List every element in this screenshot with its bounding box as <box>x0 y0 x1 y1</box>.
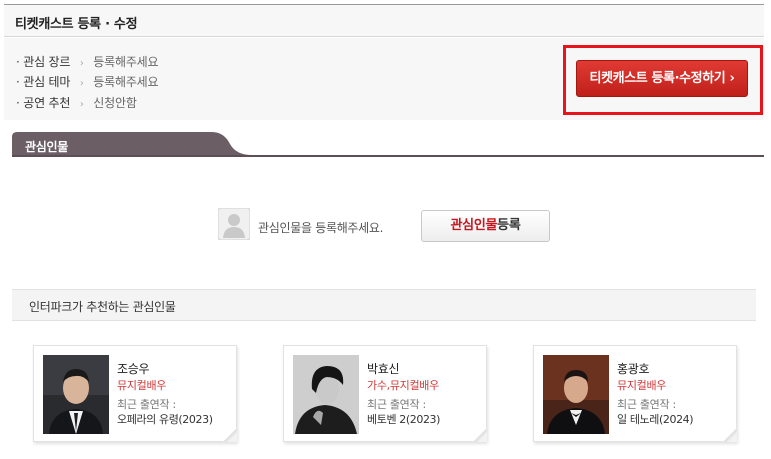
page-curl <box>223 428 237 442</box>
person-name: 박효신 <box>367 362 400 376</box>
theme-value: 등록해주세요 <box>93 75 159 89</box>
empty-message: 관심인물을 등록해주세요. <box>258 221 384 235</box>
recent-work-label: 최근 출연작 : <box>117 398 176 411</box>
recent-work: 베토벤 2(2023) <box>367 413 441 426</box>
person-role: 가수,뮤지컬배우 <box>367 379 439 392</box>
genre-label: 관심 장르 <box>23 55 71 69</box>
chevron-right-icon: › <box>79 58 84 69</box>
person-role: 뮤지컬배우 <box>617 379 667 392</box>
recent-work: 오페라의 유령(2023) <box>117 413 213 426</box>
person-icon <box>218 208 250 240</box>
genre-value: 등록해주세요 <box>93 55 159 69</box>
chevron-right-icon: › <box>79 99 84 110</box>
person-photo <box>293 355 359 434</box>
tab-interest-people[interactable]: 관심인물 <box>25 138 68 155</box>
recommend-title: 인터파크가 추천하는 관심인물 <box>29 300 176 314</box>
person-name: 홍광호 <box>617 362 650 376</box>
page-curl <box>473 428 487 442</box>
ticketcast-edit-button[interactable]: 티켓캐스트 등록·수정하기 › <box>576 60 748 97</box>
preference-row-genre: · 관심 장르 › 등록해주세요 <box>16 55 159 69</box>
recommend-label: 공연 추천 <box>23 96 71 110</box>
theme-label: 관심 테마 <box>23 75 71 89</box>
person-card[interactable]: 조승우 뮤지컬배우 최근 출연작 : 오페라의 유령(2023) <box>33 345 237 442</box>
person-photo <box>543 355 609 434</box>
recent-work-label: 최근 출연작 : <box>617 398 676 411</box>
recent-work-label: 최근 출연작 : <box>367 398 426 411</box>
chevron-right-icon: › <box>79 78 84 89</box>
tab-divider <box>12 155 764 157</box>
recent-work: 일 테노레(2024) <box>617 413 694 426</box>
preference-row-theme: · 관심 테마 › 등록해주세요 <box>16 75 159 89</box>
person-card[interactable]: 박효신 가수,뮤지컬배우 최근 출연작 : 베토벤 2(2023) <box>283 345 487 442</box>
ticketcast-panel: 티켓캐스트 등록 · 수정 · 관심 장르 › 등록해주세요 · 관심 테마 ›… <box>0 0 771 459</box>
register-interest-person-button[interactable]: 관심인물등록 <box>421 210 550 242</box>
person-name: 조승우 <box>117 362 150 376</box>
recommend-header: 인터파크가 추천하는 관심인물 <box>12 289 756 321</box>
person-card[interactable]: 홍광호 뮤지컬배우 최근 출연작 : 일 테노레(2024) <box>533 345 737 442</box>
person-role: 뮤지컬배우 <box>117 379 167 392</box>
page-title: 티켓캐스트 등록 · 수정 <box>15 17 138 32</box>
person-photo <box>43 355 109 434</box>
section-header: 티켓캐스트 등록 · 수정 <box>4 4 764 37</box>
preference-row-recommend: · 공연 추천 › 신청안함 <box>16 96 137 110</box>
page-curl <box>723 428 737 442</box>
interest-people-tabbar: 관심인물 <box>12 132 764 157</box>
recommend-value: 신청안함 <box>93 96 137 110</box>
